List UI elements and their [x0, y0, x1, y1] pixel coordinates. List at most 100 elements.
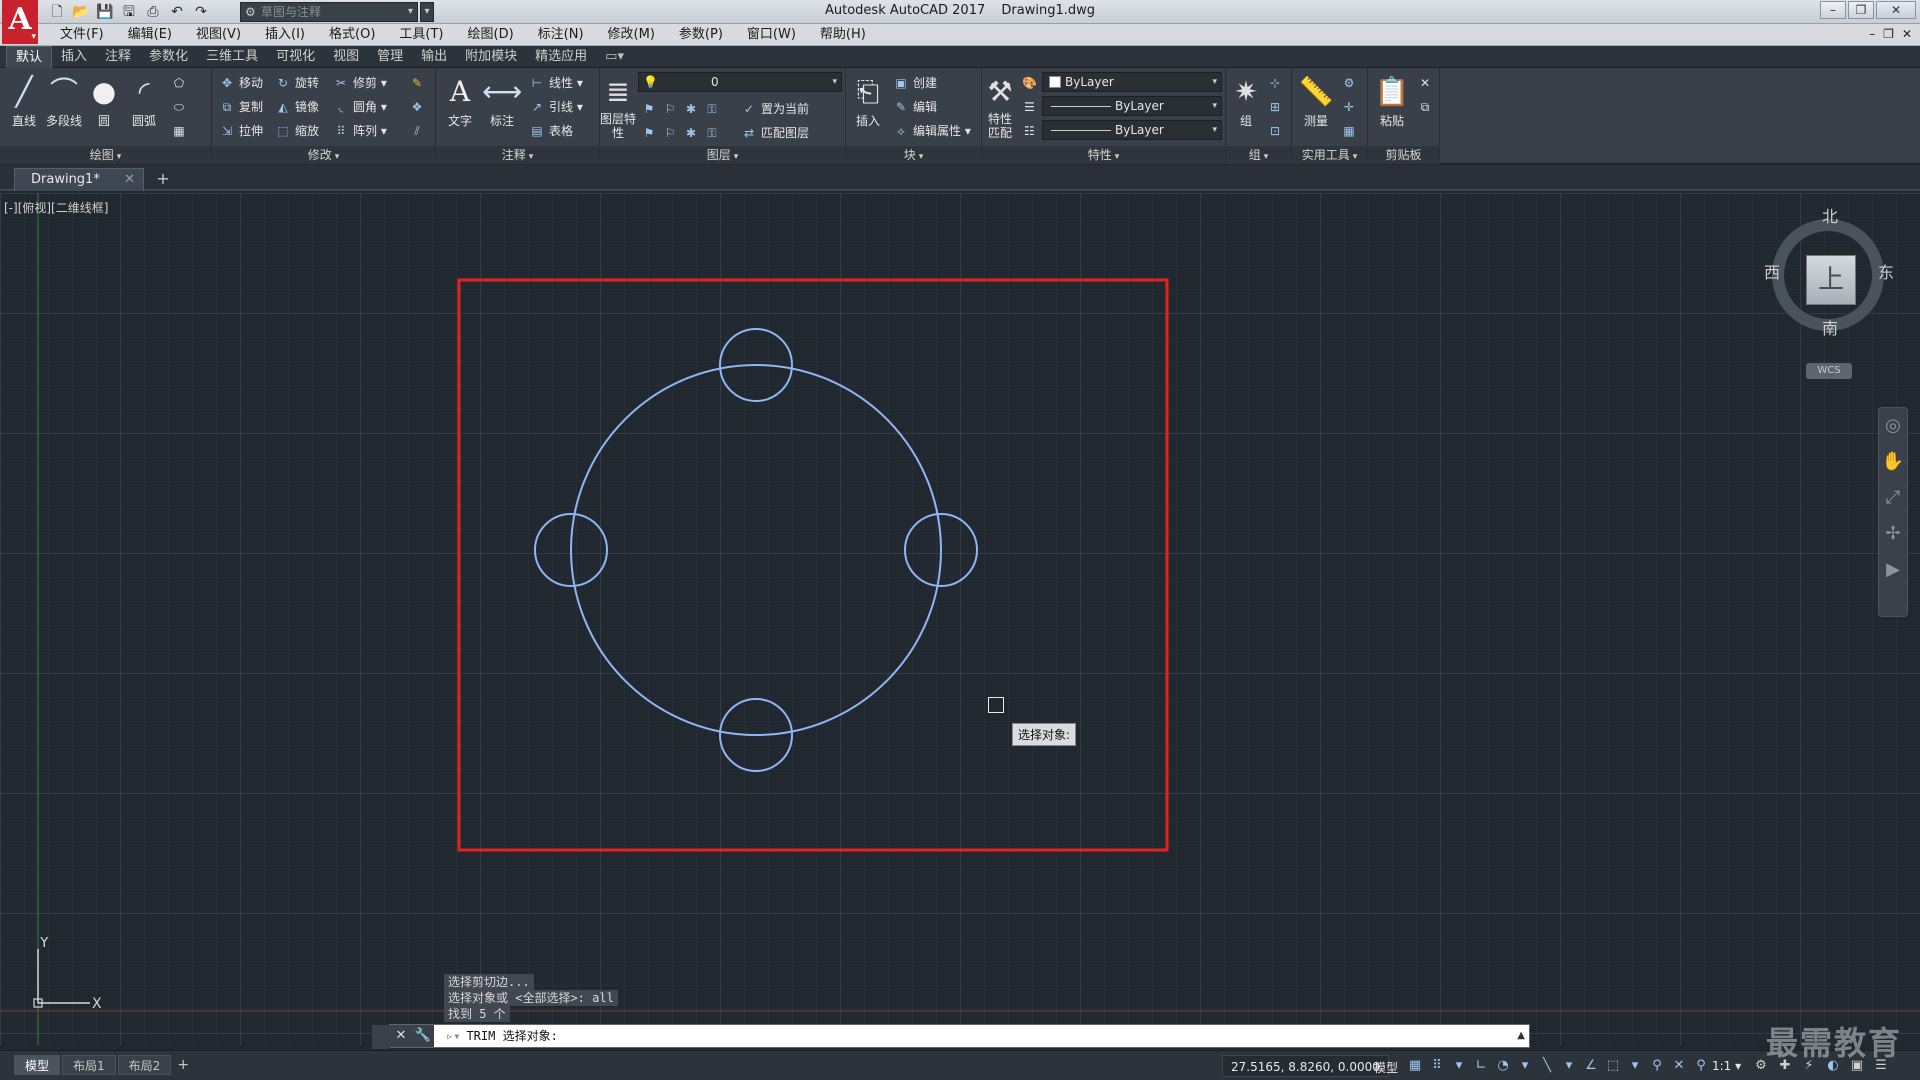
offset-button[interactable]: ⫽ [408, 120, 429, 142]
ribbon-display-toggle[interactable]: ▭▾ [596, 46, 633, 69]
dropdown-icon[interactable]: ▾ [1450, 1057, 1468, 1075]
tab-output[interactable]: 输出 [412, 46, 456, 69]
hatch-button[interactable]: ▦ [170, 120, 191, 142]
set-current-layer-button[interactable]: ✓ 置为当前 [740, 98, 809, 120]
tab-manage[interactable]: 管理 [368, 46, 412, 69]
tab-annotate[interactable]: 注释 [96, 46, 140, 69]
dropdown-icon[interactable]: ▾ [1626, 1057, 1644, 1075]
object-snap-icon[interactable]: ⬚ [1604, 1057, 1622, 1075]
application-menu-button[interactable]: A ▾ [2, 0, 38, 44]
match-layer-button[interactable]: ⇄ 匹配图层 [740, 122, 809, 144]
showmotion-icon[interactable]: ▶ [1879, 552, 1907, 588]
layer-tools-row-2[interactable]: ⚑ ⚐ ✱ ⚿ [640, 122, 724, 144]
close-icon[interactable]: ✕ [124, 169, 135, 191]
text-button[interactable]: A 文字 [440, 72, 480, 129]
layout-tab-model[interactable]: 模型 [14, 1055, 61, 1075]
panel-layers-title[interactable]: 图层 ▾ [600, 146, 845, 164]
menu-tools[interactable]: 工具(T) [387, 24, 455, 46]
color-dropdown[interactable]: ByLayer ▾ [1042, 72, 1222, 92]
dropdown-icon[interactable]: ▾ [1560, 1057, 1578, 1075]
edit-attributes-button[interactable]: ⟡ 编辑属性 ▾ [892, 120, 971, 142]
group-edit-button[interactable]: ⊞ [1266, 96, 1287, 118]
add-layout-button[interactable]: + [173, 1055, 193, 1075]
grid-icon[interactable]: ▦ [1406, 1057, 1424, 1075]
leader-button[interactable]: ↗ 引线 ▾ [528, 96, 583, 118]
command-history-toggle[interactable]: ▲ [1517, 1025, 1525, 1047]
doc-restore-button[interactable]: ❐ [1883, 27, 1894, 41]
trim-button[interactable]: ✂ 修剪 ▾ [332, 72, 387, 94]
tab-3d-tools[interactable]: 三维工具 [197, 46, 267, 69]
menu-view[interactable]: 视图(V) [184, 24, 253, 46]
polar-icon[interactable]: ◔ [1494, 1057, 1512, 1075]
snap-icon[interactable]: ⠿ [1428, 1057, 1446, 1075]
ortho-icon[interactable]: ∟ [1472, 1057, 1490, 1075]
stretch-button[interactable]: ⇲ 拉伸 [218, 120, 263, 142]
tab-visualize[interactable]: 可视化 [267, 46, 324, 69]
panel-utilities-title[interactable]: 实用工具 ▾ [1292, 146, 1367, 164]
main-circle[interactable] [570, 364, 942, 736]
object-snap-tracking-icon[interactable]: ∠ [1582, 1057, 1600, 1075]
match-properties-button[interactable]: ⚒ 特性匹配 [982, 72, 1018, 140]
tab-parametric[interactable]: 参数化 [140, 46, 197, 69]
model-space-toggle[interactable]: 模型 [1374, 1059, 1398, 1076]
layer-dropdown[interactable]: 💡 0 ▾ [638, 72, 842, 92]
menu-insert[interactable]: 插入(I) [253, 24, 317, 46]
dimension-button[interactable]: ⟷ 标注 [482, 72, 522, 129]
menu-dimension[interactable]: 标注(N) [526, 24, 596, 46]
erase-button[interactable]: ✎ [408, 72, 429, 94]
linear-dimension-button[interactable]: ⊢ 线性 ▾ [528, 72, 583, 94]
annotation-visibility-icon[interactable]: ⚲ [1648, 1057, 1666, 1075]
viewcube[interactable]: 上 北 南 东 西 [1764, 207, 1894, 339]
ellipse-button[interactable]: ⬭ [170, 96, 191, 118]
polygon-button[interactable]: ⬠ [170, 72, 191, 94]
compass-south[interactable]: 南 [1822, 315, 1838, 339]
point-style-button[interactable]: ✛ [1340, 96, 1361, 118]
tab-featured-apps[interactable]: 精选应用 [526, 46, 596, 69]
menu-draw[interactable]: 绘图(D) [456, 24, 526, 46]
cut-button[interactable]: ✕ [1416, 72, 1437, 94]
annotation-scale-dropdown[interactable]: 1:1 ▾ [1712, 1059, 1741, 1073]
layer-properties-button[interactable]: ≣ 图层特性 [600, 72, 636, 140]
group-button[interactable]: ✷ 组 [1226, 72, 1266, 129]
file-tab-drawing1[interactable]: Drawing1* ✕ [14, 168, 144, 191]
ungroup-button[interactable]: ⊹ [1266, 72, 1287, 94]
lineweight-dropdown[interactable]: ByLayer ▾ [1042, 120, 1222, 140]
rotate-button[interactable]: ↻ 旋转 [274, 72, 319, 94]
panel-block-title[interactable]: 块 ▾ [846, 146, 981, 164]
insert-block-button[interactable]: ⎗ 插入 [848, 72, 888, 129]
create-block-button[interactable]: ▣ 创建 [892, 72, 937, 94]
pan-icon[interactable]: ✋ [1879, 444, 1907, 480]
command-line-grip[interactable] [372, 1025, 390, 1049]
menu-modify[interactable]: 修改(M) [596, 24, 667, 46]
fillet-button[interactable]: ◟ 圆角 ▾ [332, 96, 387, 118]
array-button[interactable]: ⠿ 阵列 ▾ [332, 120, 387, 142]
menu-file[interactable]: 文件(F) [48, 24, 116, 46]
menu-edit[interactable]: 编辑(E) [116, 24, 184, 46]
explode-button[interactable]: ❖ [408, 96, 429, 118]
panel-annotation-title[interactable]: 注释 ▾ [436, 146, 599, 164]
mirror-button[interactable]: ◭ 镜像 [274, 96, 319, 118]
compass-east[interactable]: 东 [1878, 259, 1894, 283]
tab-view[interactable]: 视图 [324, 46, 368, 69]
panel-draw-title[interactable]: 绘图 ▾ [0, 146, 211, 164]
close-icon[interactable]: ✕ [390, 1025, 412, 1047]
circle-button[interactable]: ● 圆 [84, 72, 124, 129]
measure-button[interactable]: 📏 测量 [1296, 72, 1336, 129]
menu-window[interactable]: 窗口(W) [735, 24, 808, 46]
command-line[interactable]: ✕ 🔧 ▹▾ TRIM 选择对象: ▲ [372, 1024, 1530, 1049]
copy-button[interactable]: ⧉ 复制 [218, 96, 263, 118]
layout-tab-layout2[interactable]: 布局2 [117, 1055, 172, 1075]
zoom-icon[interactable]: ⤢ [1879, 480, 1907, 516]
group-select-button[interactable]: ⊡ [1266, 120, 1287, 142]
viewcube-top-face[interactable]: 上 [1806, 255, 1856, 305]
copy-clip-button[interactable]: ⧉ [1416, 96, 1437, 118]
new-tab-button[interactable]: + [152, 169, 174, 189]
calculator-button[interactable]: ▦ [1340, 120, 1361, 142]
panel-clipboard-title[interactable]: 剪贴板 [1368, 146, 1439, 164]
panel-groups-title[interactable]: 组 ▾ [1226, 146, 1291, 164]
panel-modify-title[interactable]: 修改 ▾ [212, 146, 435, 164]
table-button[interactable]: ▤ 表格 [528, 120, 573, 142]
menu-parametric[interactable]: 参数(P) [667, 24, 735, 46]
steering-wheel-icon[interactable]: ◎ [1879, 408, 1907, 444]
drawing-canvas[interactable]: [-][俯视][二维线框] 上 北 南 东 西 WCS ◎ ✋ ⤢ ✢ ▶ Y … [0, 193, 1920, 1045]
